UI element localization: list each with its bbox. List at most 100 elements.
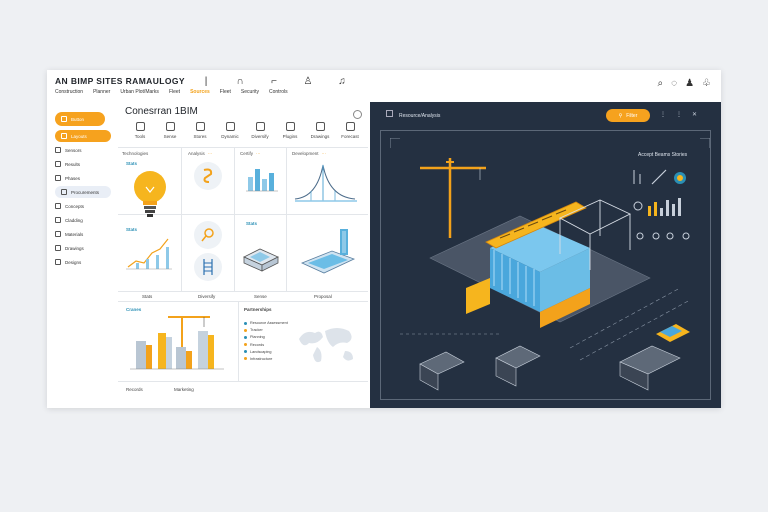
tool-label: Forecast	[341, 134, 359, 139]
divider	[118, 147, 368, 148]
tool-label: Sense	[163, 134, 177, 139]
notification-icon[interactable]: ♧	[702, 78, 711, 89]
settings-icon[interactable]: ⋮	[676, 111, 682, 118]
filter-button[interactable]: ⚲ Filter	[606, 109, 650, 122]
bim-viewer[interactable]: Resource/Analysis ⚲ Filter ⋮ ⋮ ✕ Accept B…	[370, 102, 721, 408]
legend-dot	[244, 350, 247, 354]
viewer-toolbar: ⋮ ⋮ ✕	[660, 111, 697, 118]
divider	[181, 147, 182, 291]
tool-label: Diversify	[251, 134, 269, 139]
layers-icon[interactable]	[386, 110, 393, 117]
tool-button[interactable]: Dynamic	[215, 122, 245, 148]
lightbulb-icon	[134, 171, 166, 217]
panel-title: Conesrran 1BIM	[125, 106, 198, 117]
cranes-illustration	[130, 316, 224, 370]
wrench-icon	[203, 168, 213, 183]
divider	[118, 301, 368, 302]
tool-label: Dynamic	[221, 134, 239, 139]
tool-icon	[165, 122, 175, 131]
sidebar-item[interactable]: Button	[55, 112, 105, 126]
legend: Resource Assessment Tracker Planning Record…	[244, 321, 288, 364]
tool-button[interactable]: Diversify	[245, 122, 275, 148]
sidebar-item-icon	[61, 133, 67, 139]
world-map-icon	[299, 328, 353, 363]
sidebar-item-label: Results	[65, 161, 81, 167]
filter-icon: ⚲	[618, 112, 623, 119]
sidebar-item[interactable]: Drawings	[55, 242, 84, 254]
sidebar-item-label: Designs	[65, 259, 82, 265]
sidebar-item-label: Concepts	[65, 203, 85, 209]
menu-item[interactable]: Fleet	[169, 89, 180, 95]
legend-item: Infrastructure	[244, 357, 288, 361]
menu-item[interactable]: Controls	[269, 89, 288, 95]
menu-bar: Construction Planner Urban Plot/Marks Fleet…	[55, 89, 298, 95]
sidebar-item[interactable]: Sensors	[55, 144, 82, 156]
legend-item: Tracker	[244, 328, 288, 332]
divider	[238, 301, 239, 381]
legend-label: Landscaping	[250, 349, 272, 354]
tool-button[interactable]: Forecast	[335, 122, 365, 148]
sidebar-item[interactable]: Results	[55, 158, 80, 170]
user-icon[interactable]: ♙	[302, 75, 314, 87]
search-icon[interactable]: ⌕	[658, 78, 664, 89]
sidebar-item-label: Materials	[65, 231, 84, 237]
user-account-icon[interactable]: ♟	[685, 78, 694, 89]
tool-icon	[285, 122, 295, 131]
magnifier-icon	[201, 228, 214, 242]
divider	[118, 291, 368, 292]
divider	[118, 381, 368, 382]
sidebar-item-label: Layouts	[71, 133, 87, 139]
bell-curve-chart-icon	[294, 164, 357, 202]
app-title: AN BIMP SITES RAMAULOGY	[55, 76, 185, 86]
text-cursor-icon[interactable]: |	[200, 75, 212, 87]
sidebar-item-icon	[55, 161, 61, 167]
close-icon[interactable]: ✕	[692, 111, 697, 118]
menu-item[interactable]: Sources	[190, 89, 210, 95]
menu-item[interactable]: Security	[241, 89, 259, 95]
top-right-actions: ⌕ ◌ ♟ ♧	[658, 78, 712, 89]
sidebar-item[interactable]: Layouts	[55, 130, 111, 142]
menu-item[interactable]: Construction	[55, 89, 83, 95]
menu-item[interactable]: Fleet	[220, 89, 231, 95]
sidebar-item[interactable]: Materials	[55, 228, 83, 240]
tool-icon	[345, 122, 355, 131]
sidebar-item-label: Button	[71, 116, 85, 122]
tool-row: Tools Sense Stores Dynamic Diversify Plugins D…	[125, 122, 365, 148]
tool-label: Tools	[134, 134, 146, 139]
sidebar-item[interactable]: Designs	[55, 256, 81, 268]
dashboard-grid: Technologies Analysis ⋯ Certify ⋯ Developm…	[118, 147, 368, 406]
menu-item[interactable]: Planner	[93, 89, 110, 95]
tag-icon[interactable]: ⌐	[268, 75, 280, 87]
legend-label: Tracker	[250, 328, 263, 333]
tool-icon	[195, 122, 205, 131]
pool-model-icon	[300, 229, 356, 274]
help-icon[interactable]: ◌	[671, 78, 677, 89]
sidebar-item[interactable]: Concepts	[55, 200, 84, 212]
share-icon[interactable]: ⋮	[660, 111, 666, 118]
sidebar-item[interactable]: Procurements	[55, 186, 111, 198]
close-icon[interactable]	[353, 110, 362, 119]
sidebar-item[interactable]: Phases	[55, 172, 80, 184]
floor-plan-icon	[243, 248, 279, 272]
tool-label: Drawings	[310, 134, 330, 139]
tool-button[interactable]: Sense	[155, 122, 185, 148]
magnet-icon[interactable]: ∩	[234, 75, 246, 87]
divider	[234, 147, 235, 291]
sidebar: Button Layouts Sensors Results Phases Procure…	[47, 102, 117, 408]
tool-icon	[315, 122, 325, 131]
legend-dot	[244, 328, 247, 332]
viewer-header: Resource/Analysis	[386, 110, 440, 119]
tool-button[interactable]: Plugins	[275, 122, 305, 148]
legend-dot	[244, 343, 247, 347]
menu-item[interactable]: Urban Plot/Marks	[120, 89, 159, 95]
tool-button[interactable]: Stores	[185, 122, 215, 148]
top-toolbar: | ∩ ⌐ ♙ ♫	[200, 75, 348, 87]
bell-icon[interactable]: ♫	[336, 75, 348, 87]
tool-label: Plugins	[282, 134, 298, 139]
sidebar-item-label: Drawings	[65, 245, 84, 251]
tool-button[interactable]: Drawings	[305, 122, 335, 148]
sidebar-item[interactable]: Cladding	[55, 214, 83, 226]
tool-button[interactable]: Tools	[125, 122, 155, 148]
footer-label: Sense	[254, 294, 267, 299]
column-header: Analysis ⋯	[188, 151, 213, 156]
